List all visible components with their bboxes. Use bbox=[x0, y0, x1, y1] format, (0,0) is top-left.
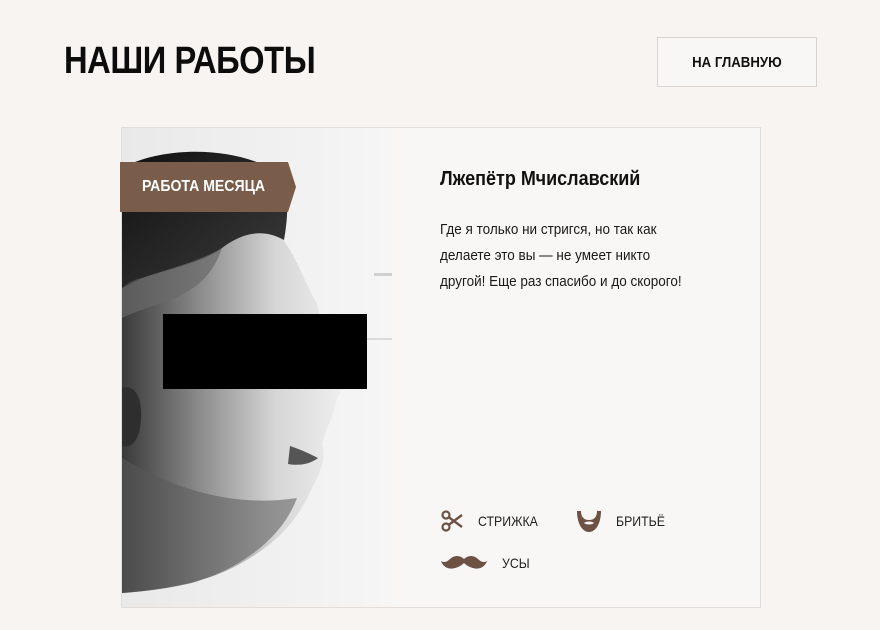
beard-icon bbox=[576, 509, 602, 533]
home-button-label: НА ГЛАВНУЮ bbox=[692, 53, 782, 71]
home-button[interactable]: НА ГЛАВНУЮ bbox=[657, 37, 817, 87]
work-of-month-ribbon: РАБОТА МЕСЯЦА bbox=[120, 162, 296, 212]
service-haircut: СТРИЖКА bbox=[440, 506, 546, 536]
services-list: СТРИЖКА БРИТЬЁ УСЫ bbox=[440, 506, 740, 586]
review-content: Лжепётр Мчиславский Где я только ни стри… bbox=[440, 168, 740, 295]
ribbon-label: РАБОТА МЕСЯЦА bbox=[142, 178, 266, 195]
service-mustache: УСЫ bbox=[440, 548, 533, 578]
censor-bar bbox=[163, 314, 367, 389]
scissors-icon bbox=[440, 510, 464, 532]
review-text: Где я только ни стригся, но так как дела… bbox=[440, 217, 692, 295]
work-card: РАБОТА МЕСЯЦА Лжепётр Мчиславский Где я … bbox=[120, 127, 761, 608]
page-title: НАШИ РАБОТЫ bbox=[64, 40, 316, 82]
service-label: БРИТЬЁ bbox=[616, 513, 665, 529]
author-name: Лжепётр Мчиславский bbox=[440, 168, 641, 190]
service-label: УСЫ bbox=[502, 555, 530, 571]
service-label: СТРИЖКА bbox=[478, 513, 538, 529]
service-shave: БРИТЬЁ bbox=[576, 506, 672, 536]
mustache-icon bbox=[440, 554, 488, 572]
review-line: делаете это вы — не умеет никто bbox=[440, 247, 651, 264]
review-line: Где я только ни стригся, но так как bbox=[440, 221, 657, 238]
review-line: другой! Еще раз спасибо и до скорого! bbox=[440, 273, 682, 290]
